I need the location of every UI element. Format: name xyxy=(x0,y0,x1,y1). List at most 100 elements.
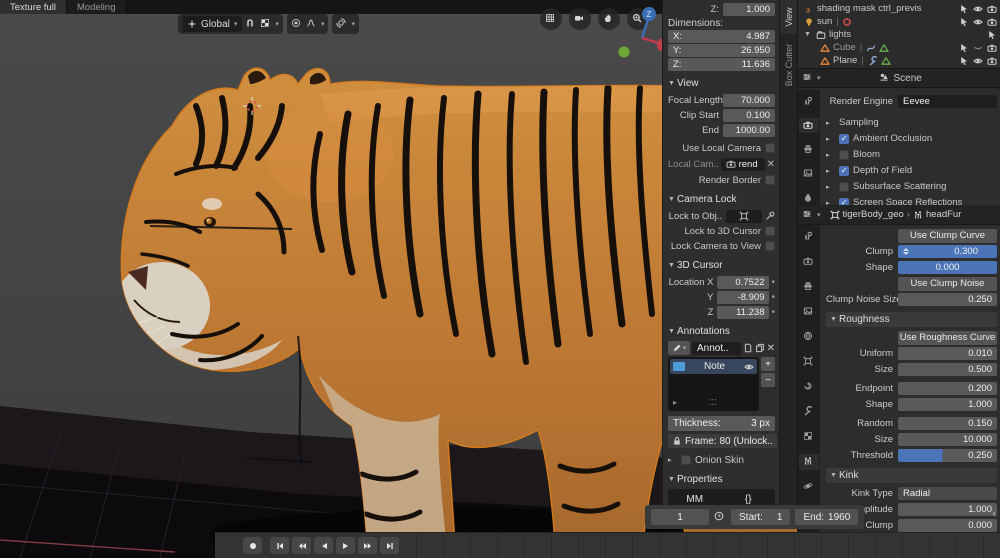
outliner-row-lights-collection[interactable]: ▼ lights xyxy=(798,28,1000,41)
tab-world-icon[interactable] xyxy=(799,329,819,345)
section-sampling[interactable]: ▸ Sampling xyxy=(826,115,997,130)
frame-start-field[interactable]: Start: 1 xyxy=(731,509,791,525)
current-frame-field[interactable]: 1 xyxy=(651,509,709,525)
jump-to-start-button[interactable] xyxy=(270,537,289,554)
add-layer-button[interactable]: + xyxy=(761,357,775,371)
roughness-endpoint-field[interactable]: 0.200 xyxy=(898,382,997,395)
mm-button[interactable]: MM xyxy=(668,494,722,505)
selectable-icon[interactable] xyxy=(959,4,969,14)
tab-render-icon[interactable] xyxy=(799,254,819,270)
kink-section-header[interactable]: ▼ Kink xyxy=(826,468,997,483)
roughness-threshold-slider[interactable]: 0.250 xyxy=(898,449,997,462)
annotation-layer-row[interactable]: Note xyxy=(670,359,757,374)
chevron-down-icon[interactable]: ▾ xyxy=(321,20,325,28)
properties-section-header[interactable]: ▼ Properties xyxy=(668,472,775,486)
eye-icon[interactable] xyxy=(973,56,983,66)
delete-annotation-button[interactable]: ✕ xyxy=(767,343,775,354)
roughness-shape-field[interactable]: 1.000 xyxy=(898,398,997,411)
roughness-section-header[interactable]: ▼ Roughness xyxy=(826,312,997,327)
editor-type-icon[interactable] xyxy=(802,72,814,84)
clear-local-camera-button[interactable]: ✕ xyxy=(767,159,775,170)
camera-lock-section-header[interactable]: ▼ Camera Lock xyxy=(668,192,775,206)
duplicate-annotation-icon[interactable] xyxy=(755,343,765,353)
falloff-curve-icon[interactable] xyxy=(306,18,318,30)
use-clump-noise-button[interactable]: Use Clump Noise xyxy=(898,276,997,291)
expand-icon[interactable]: ▸ xyxy=(673,398,677,407)
clock-icon[interactable] xyxy=(714,511,726,523)
collapse-icon[interactable]: ▼ xyxy=(804,31,813,38)
ambient-occlusion-checkbox[interactable]: ✓ xyxy=(839,133,849,144)
render-visibility-icon[interactable] xyxy=(987,4,997,14)
roughness-random-size-field[interactable]: 10.000 xyxy=(898,433,997,446)
clip-end-field[interactable]: 1000.00 xyxy=(723,123,775,137)
frame-end-field[interactable]: End: 1960 xyxy=(795,509,859,525)
selectable-icon[interactable] xyxy=(959,17,969,27)
tab-view-layer-icon[interactable] xyxy=(799,304,819,320)
previous-keyframe-button[interactable] xyxy=(292,537,311,554)
tab-scene-icon[interactable] xyxy=(799,190,819,205)
workspace-tab-modeling[interactable]: Modeling xyxy=(66,0,127,14)
dimension-z-field[interactable]: Z: 11.636 xyxy=(668,58,775,71)
eye-icon[interactable] xyxy=(744,362,754,372)
roughness-uniform-field[interactable]: 0.010 xyxy=(898,347,997,360)
section-bloom[interactable]: ▸ Bloom xyxy=(826,147,997,162)
new-annotation-icon[interactable] xyxy=(743,343,753,353)
roughness-random-field[interactable]: 0.150 xyxy=(898,417,997,430)
tab-render-icon[interactable] xyxy=(799,118,819,133)
eye-icon[interactable] xyxy=(973,17,983,27)
scene-breadcrumb[interactable]: Scene xyxy=(894,73,922,84)
render-visibility-icon[interactable] xyxy=(987,17,997,27)
kink-amplitude-field[interactable]: 1.000 xyxy=(898,503,997,516)
annotation-frame-lock-button[interactable]: Frame: 80 (Unlock.. xyxy=(668,434,777,448)
sidebar-tab-view[interactable]: View xyxy=(780,0,798,34)
eye-icon[interactable] xyxy=(973,4,983,14)
view-section-header[interactable]: ▼ View xyxy=(668,76,775,90)
tab-object-icon[interactable] xyxy=(799,354,819,370)
render-border-checkbox[interactable] xyxy=(765,175,775,185)
sidebar-tab-box-cutter[interactable]: Box Cutter xyxy=(780,34,798,96)
eye-closed-icon[interactable] xyxy=(973,43,983,53)
next-keyframe-button[interactable] xyxy=(358,537,377,554)
selectable-icon[interactable] xyxy=(959,56,969,66)
clump-shape-slider[interactable]: 0.000 xyxy=(898,261,997,274)
editor-type-icon[interactable] xyxy=(802,209,814,221)
chevron-down-icon[interactable]: ▾ xyxy=(351,20,355,28)
chevron-down-icon[interactable]: ▾ xyxy=(817,74,821,82)
use-clump-curve-button[interactable]: Use Clump Curve xyxy=(898,228,997,243)
outliner-row-sun[interactable]: sun | xyxy=(798,15,1000,28)
camera-view-button[interactable] xyxy=(569,8,591,30)
depth-of-field-checkbox[interactable]: ✓ xyxy=(839,165,849,176)
breadcrumb-particle-system[interactable]: headFur xyxy=(926,209,961,220)
expand-icon[interactable]: ▸ xyxy=(668,456,677,464)
gizmos-icon[interactable] xyxy=(336,18,348,30)
timeline-ticks[interactable] xyxy=(390,533,1000,558)
annotation-layers-list[interactable]: Note ▸ ⁚⁚⁚ xyxy=(668,357,759,411)
roughness-size-field[interactable]: 0.500 xyxy=(898,363,997,376)
section-ambient-occlusion[interactable]: ▸ ✓ Ambient Occlusion xyxy=(826,131,997,146)
render-engine-dropdown[interactable]: Eevee xyxy=(898,95,997,108)
record-button[interactable] xyxy=(243,537,262,554)
section-subsurface-scattering[interactable]: ▸ Subsurface Scattering xyxy=(826,179,997,194)
workspace-tab-texture-full[interactable]: Texture full xyxy=(0,0,67,14)
toggle-grid-button[interactable] xyxy=(540,8,562,30)
selectable-icon[interactable] xyxy=(959,43,969,53)
tab-output-icon[interactable] xyxy=(799,142,819,157)
play-button[interactable] xyxy=(336,537,355,554)
render-visibility-icon[interactable] xyxy=(987,43,997,53)
scale-z-field[interactable]: 1.000 xyxy=(723,2,775,16)
breadcrumb-object-name[interactable]: tigerBody_geo xyxy=(843,209,904,220)
proportional-editing-icon[interactable] xyxy=(291,18,303,30)
kink-clump-field[interactable]: 0.000 xyxy=(898,519,997,532)
eyedropper-icon[interactable] xyxy=(765,211,775,221)
outliner-row-cube[interactable]: Cube | xyxy=(798,41,1000,54)
onion-skin-checkbox[interactable] xyxy=(681,455,691,465)
focal-length-field[interactable]: 70.000 xyxy=(723,93,775,107)
annotation-name-field[interactable]: Annot.. xyxy=(692,341,741,355)
chevron-down-icon[interactable]: ▾ xyxy=(817,211,821,219)
tab-constraints-icon[interactable] xyxy=(799,379,819,395)
clump-slider[interactable]: 0.300 xyxy=(898,245,997,258)
jump-to-end-button[interactable] xyxy=(380,537,399,554)
lock-to-object-field[interactable] xyxy=(726,209,762,223)
cursor-3d-section-header[interactable]: ▼ 3D Cursor xyxy=(668,258,775,272)
section-depth-of-field[interactable]: ▸ ✓ Depth of Field xyxy=(826,163,997,178)
